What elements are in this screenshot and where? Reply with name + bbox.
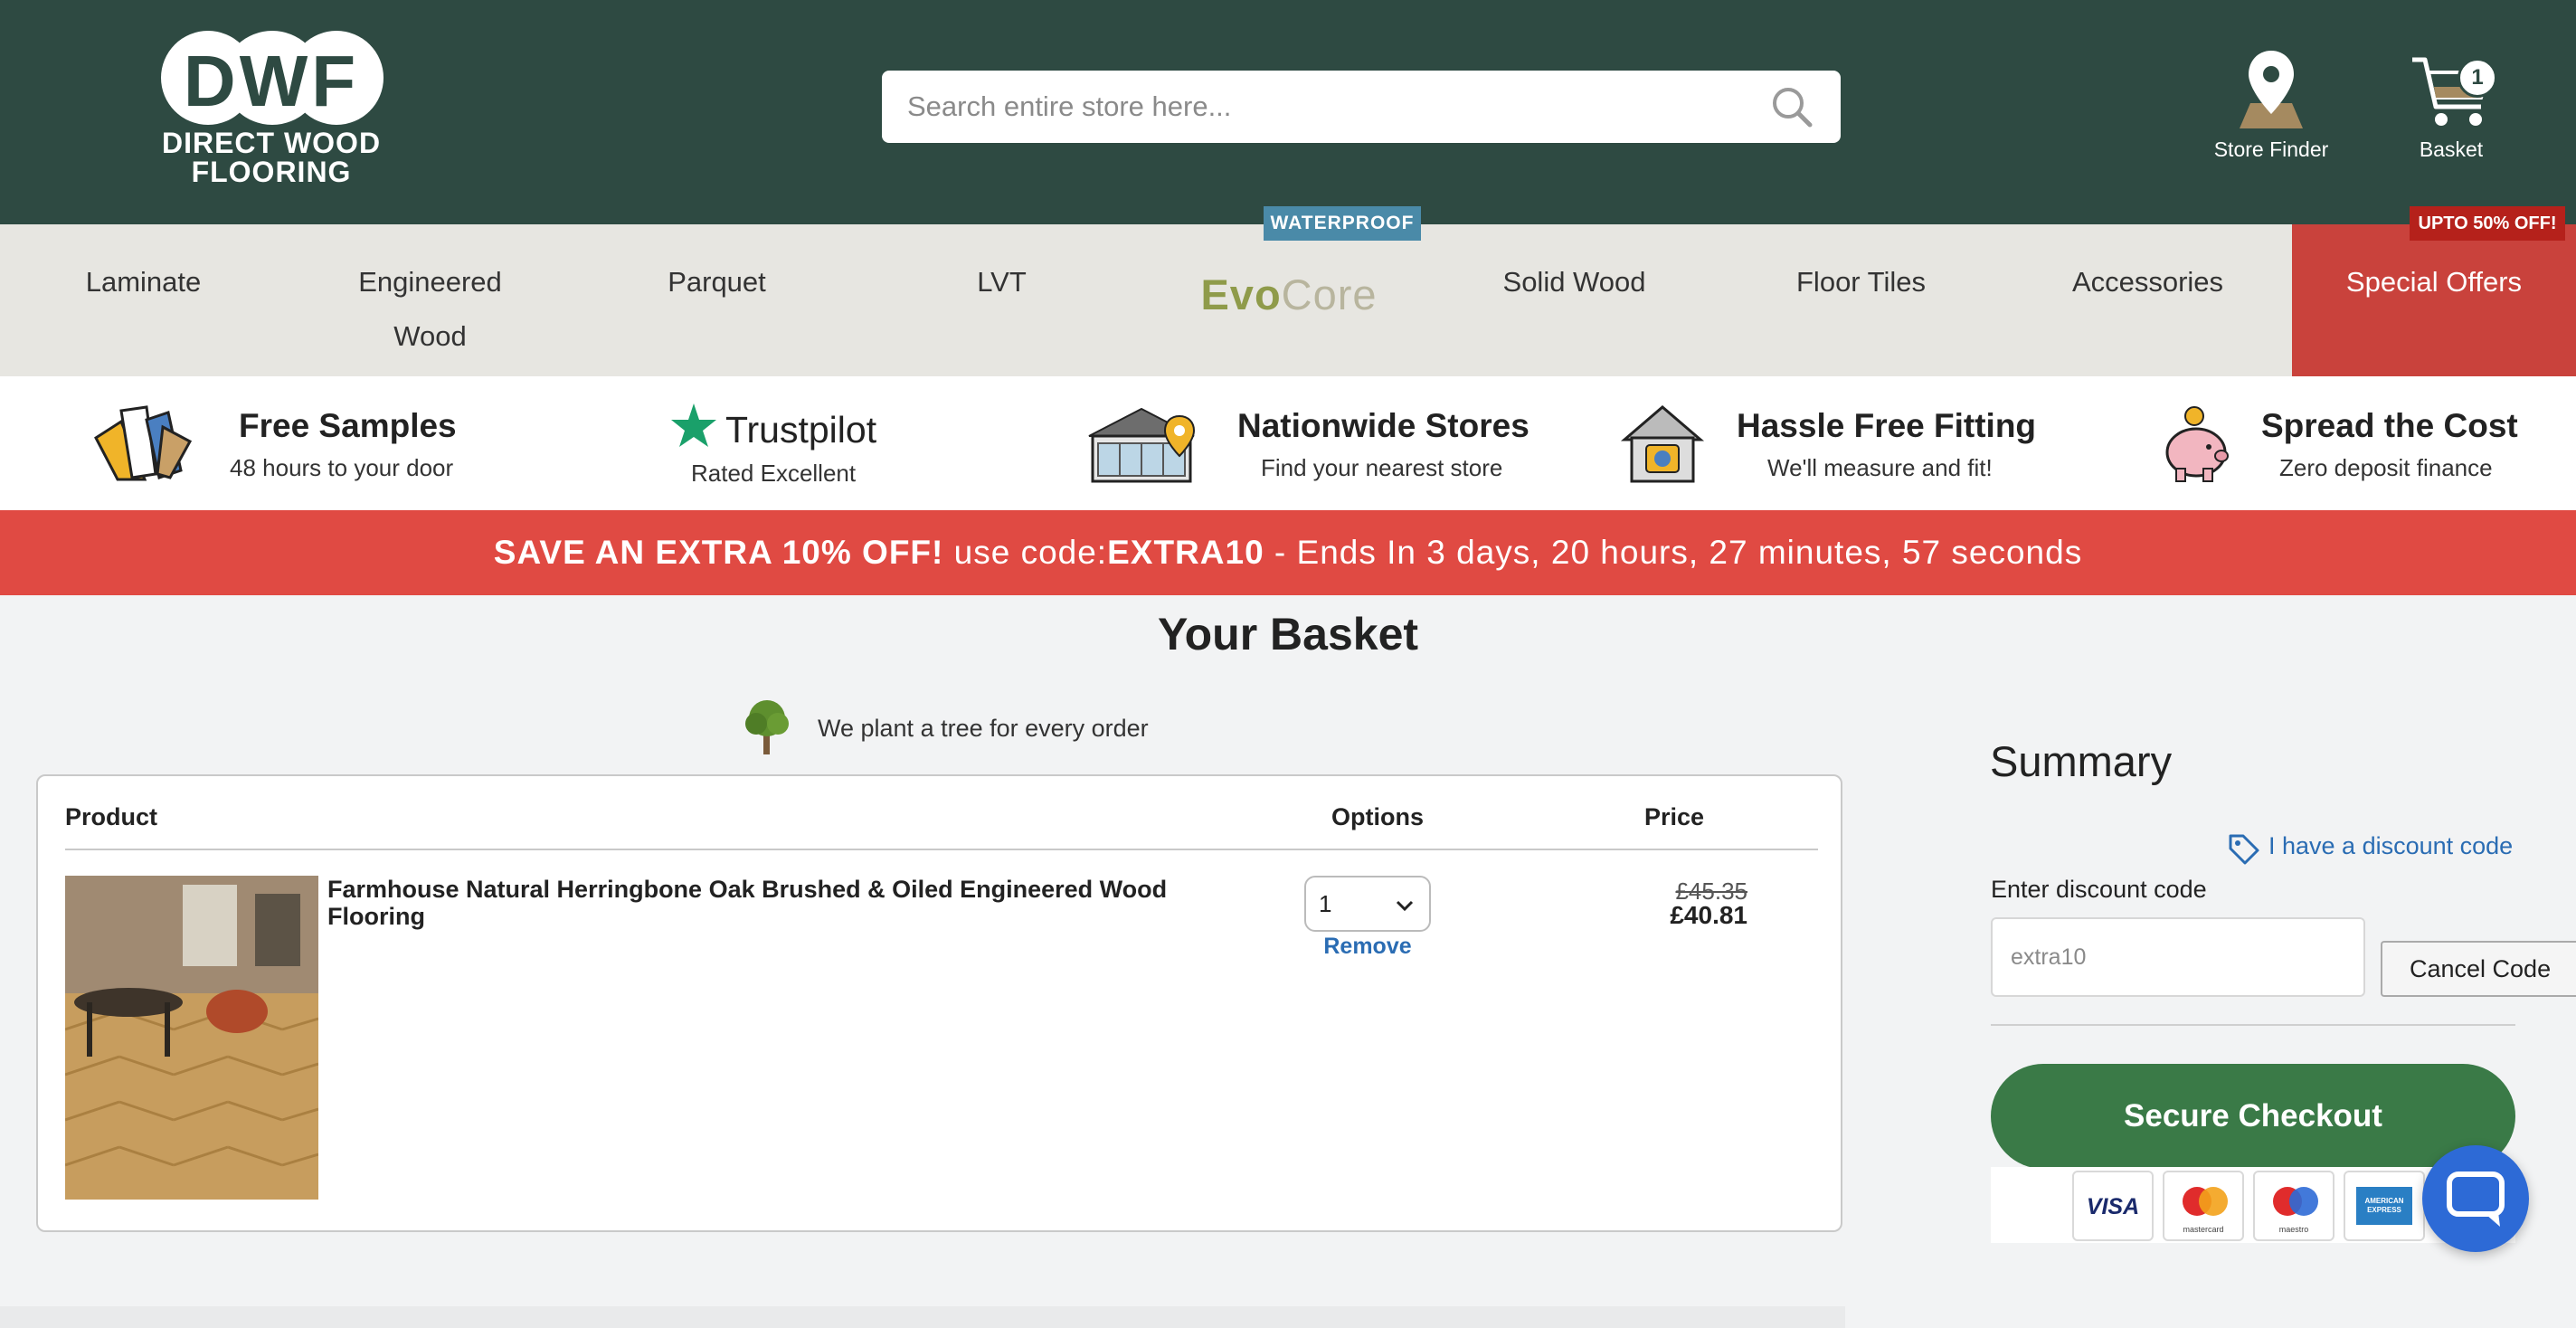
- column-header-options: Options: [1331, 803, 1424, 830]
- page-title: Your Basket: [1157, 609, 1419, 659]
- nav-item-engineered-wood[interactable]: Engineered Wood: [287, 255, 573, 364]
- remove-link[interactable]: Remove: [1304, 934, 1431, 960]
- basket-table: Product Options Price Farmhouse Natural …: [36, 774, 1842, 1232]
- tree-icon: [745, 700, 789, 754]
- search-input[interactable]: [907, 71, 1739, 143]
- visa-card-icon: VISA: [2072, 1171, 2154, 1241]
- promo-code: EXTRA10: [1107, 534, 1264, 571]
- nav-item-solid-wood[interactable]: Solid Wood: [1431, 255, 1718, 309]
- live-chat-button[interactable]: [2422, 1145, 2529, 1252]
- summary-title: Summary: [1990, 737, 2173, 785]
- nav-item-evocore[interactable]: EvoCore: [1144, 246, 1434, 327]
- search-box: [882, 71, 1841, 143]
- table-header-divider: [65, 849, 1818, 850]
- mastercard-icon: mastercard: [2163, 1171, 2244, 1241]
- usp-subtitle: Zero deposit finance: [2279, 454, 2493, 481]
- tree-note-text: We plant a tree for every order: [818, 715, 1149, 742]
- trustpilot-title: Trustpilot: [725, 409, 877, 451]
- trustpilot-star-icon: [671, 403, 716, 447]
- basket-label: Basket: [2419, 138, 2484, 161]
- nav-item-accessories[interactable]: Accessories: [2004, 255, 2291, 309]
- main-nav: Laminate Engineered Wood Parquet LVT Evo…: [0, 224, 2576, 376]
- usp-spread-the-cost[interactable]: Spread the Cost Zero deposit finance: [2162, 376, 2542, 510]
- waterproof-badge: WATERPROOF: [1264, 206, 1421, 241]
- column-header-product: Product: [65, 803, 158, 830]
- discount-code-label: Enter discount code: [1991, 876, 2207, 903]
- usp-nationwide-stores[interactable]: Nationwide Stores Find your nearest stor…: [1085, 376, 1556, 510]
- store-finder-label: Store Finder: [2213, 138, 2329, 161]
- store-finder-button[interactable]: Store Finder: [2194, 43, 2348, 170]
- amex-icon: AMERICAN EXPRESS: [2344, 1171, 2425, 1241]
- usp-title: Hassle Free Fitting: [1737, 407, 2037, 444]
- usp-subtitle: 48 hours to your door: [230, 454, 454, 481]
- promo-middle: use code:: [943, 534, 1108, 571]
- basket-button[interactable]: 1 Basket: [2374, 43, 2528, 170]
- usp-free-samples[interactable]: Free Samples 48 hours to your door: [90, 376, 470, 510]
- product-image[interactable]: [65, 876, 318, 1200]
- usp-hassle-free-fitting[interactable]: Hassle Free Fitting We'll measure and fi…: [1619, 376, 2053, 510]
- promo-banner: SAVE AN EXTRA 10% OFF! use code:EXTRA10 …: [0, 510, 2576, 595]
- usp-subtitle: Rated Excellent: [691, 460, 857, 487]
- nav-item-floor-tiles[interactable]: Floor Tiles: [1718, 255, 2004, 309]
- samples-icon: [94, 405, 193, 481]
- usp-title: Spread the Cost: [2261, 407, 2518, 444]
- nav-item-lvt[interactable]: LVT: [858, 255, 1145, 309]
- basket-count-badge: 1: [2458, 58, 2497, 98]
- nav-item-parquet[interactable]: Parquet: [573, 255, 860, 309]
- usp-subtitle: We'll measure and fit!: [1767, 454, 1993, 481]
- nav-item-special-offers[interactable]: Special Offers: [2292, 224, 2576, 376]
- offer-badge: UPTO 50% OFF!: [2410, 206, 2565, 241]
- search-icon[interactable]: [1768, 83, 1815, 130]
- usp-title: Nationwide Stores: [1237, 407, 1530, 444]
- quantity-value: 1: [1319, 890, 1332, 917]
- usp-title: Free Samples: [239, 407, 457, 444]
- product-name[interactable]: Farmhouse Natural Herringbone Oak Brushe…: [327, 876, 1187, 930]
- map-pin-icon: [2240, 51, 2303, 128]
- special-offers-label: Special Offers: [2345, 266, 2523, 298]
- promo-bold: SAVE AN EXTRA 10% OFF!: [493, 534, 944, 571]
- evocore-brand: EvoCore: [1200, 270, 1378, 318]
- quantity-select[interactable]: 1: [1304, 876, 1431, 932]
- tag-icon: [2229, 834, 2259, 865]
- nav-item-laminate[interactable]: Laminate: [0, 255, 287, 309]
- promo-countdown: - Ends In 3 days, 20 hours, 27 minutes, …: [1264, 534, 2083, 571]
- site-header: DWF DIRECT WOOD FLOORING Store Finder 1: [0, 0, 2576, 224]
- piggy-bank-icon: [2165, 406, 2229, 482]
- maestro-icon: maestro: [2253, 1171, 2334, 1241]
- store-icon: [1088, 407, 1196, 483]
- footer-band: [0, 1306, 1845, 1328]
- discount-code-input[interactable]: [1991, 917, 2365, 997]
- price-discounted: £40.81: [1670, 901, 1747, 929]
- dwf-logo[interactable]: DWF DIRECT WOOD FLOORING: [157, 27, 385, 190]
- fitting-icon: [1620, 405, 1705, 483]
- discount-link-text: I have a discount code: [2268, 832, 2514, 859]
- usp-bar: Free Samples 48 hours to your door Trust…: [0, 376, 2576, 510]
- product-photo: [65, 876, 318, 1200]
- logo-tagline: DIRECT WOOD FLOORING: [161, 127, 382, 188]
- chat-icon: [2447, 1171, 2505, 1227]
- cancel-code-button[interactable]: Cancel Code: [2381, 941, 2576, 997]
- usp-trustpilot[interactable]: Trustpilot Rated Excellent: [669, 376, 904, 510]
- summary-divider: [1991, 1024, 2515, 1026]
- logo-letters: DWF: [183, 41, 360, 121]
- chevron-down-icon: [1396, 900, 1414, 912]
- column-header-price: Price: [1644, 803, 1705, 830]
- usp-subtitle: Find your nearest store: [1261, 454, 1503, 481]
